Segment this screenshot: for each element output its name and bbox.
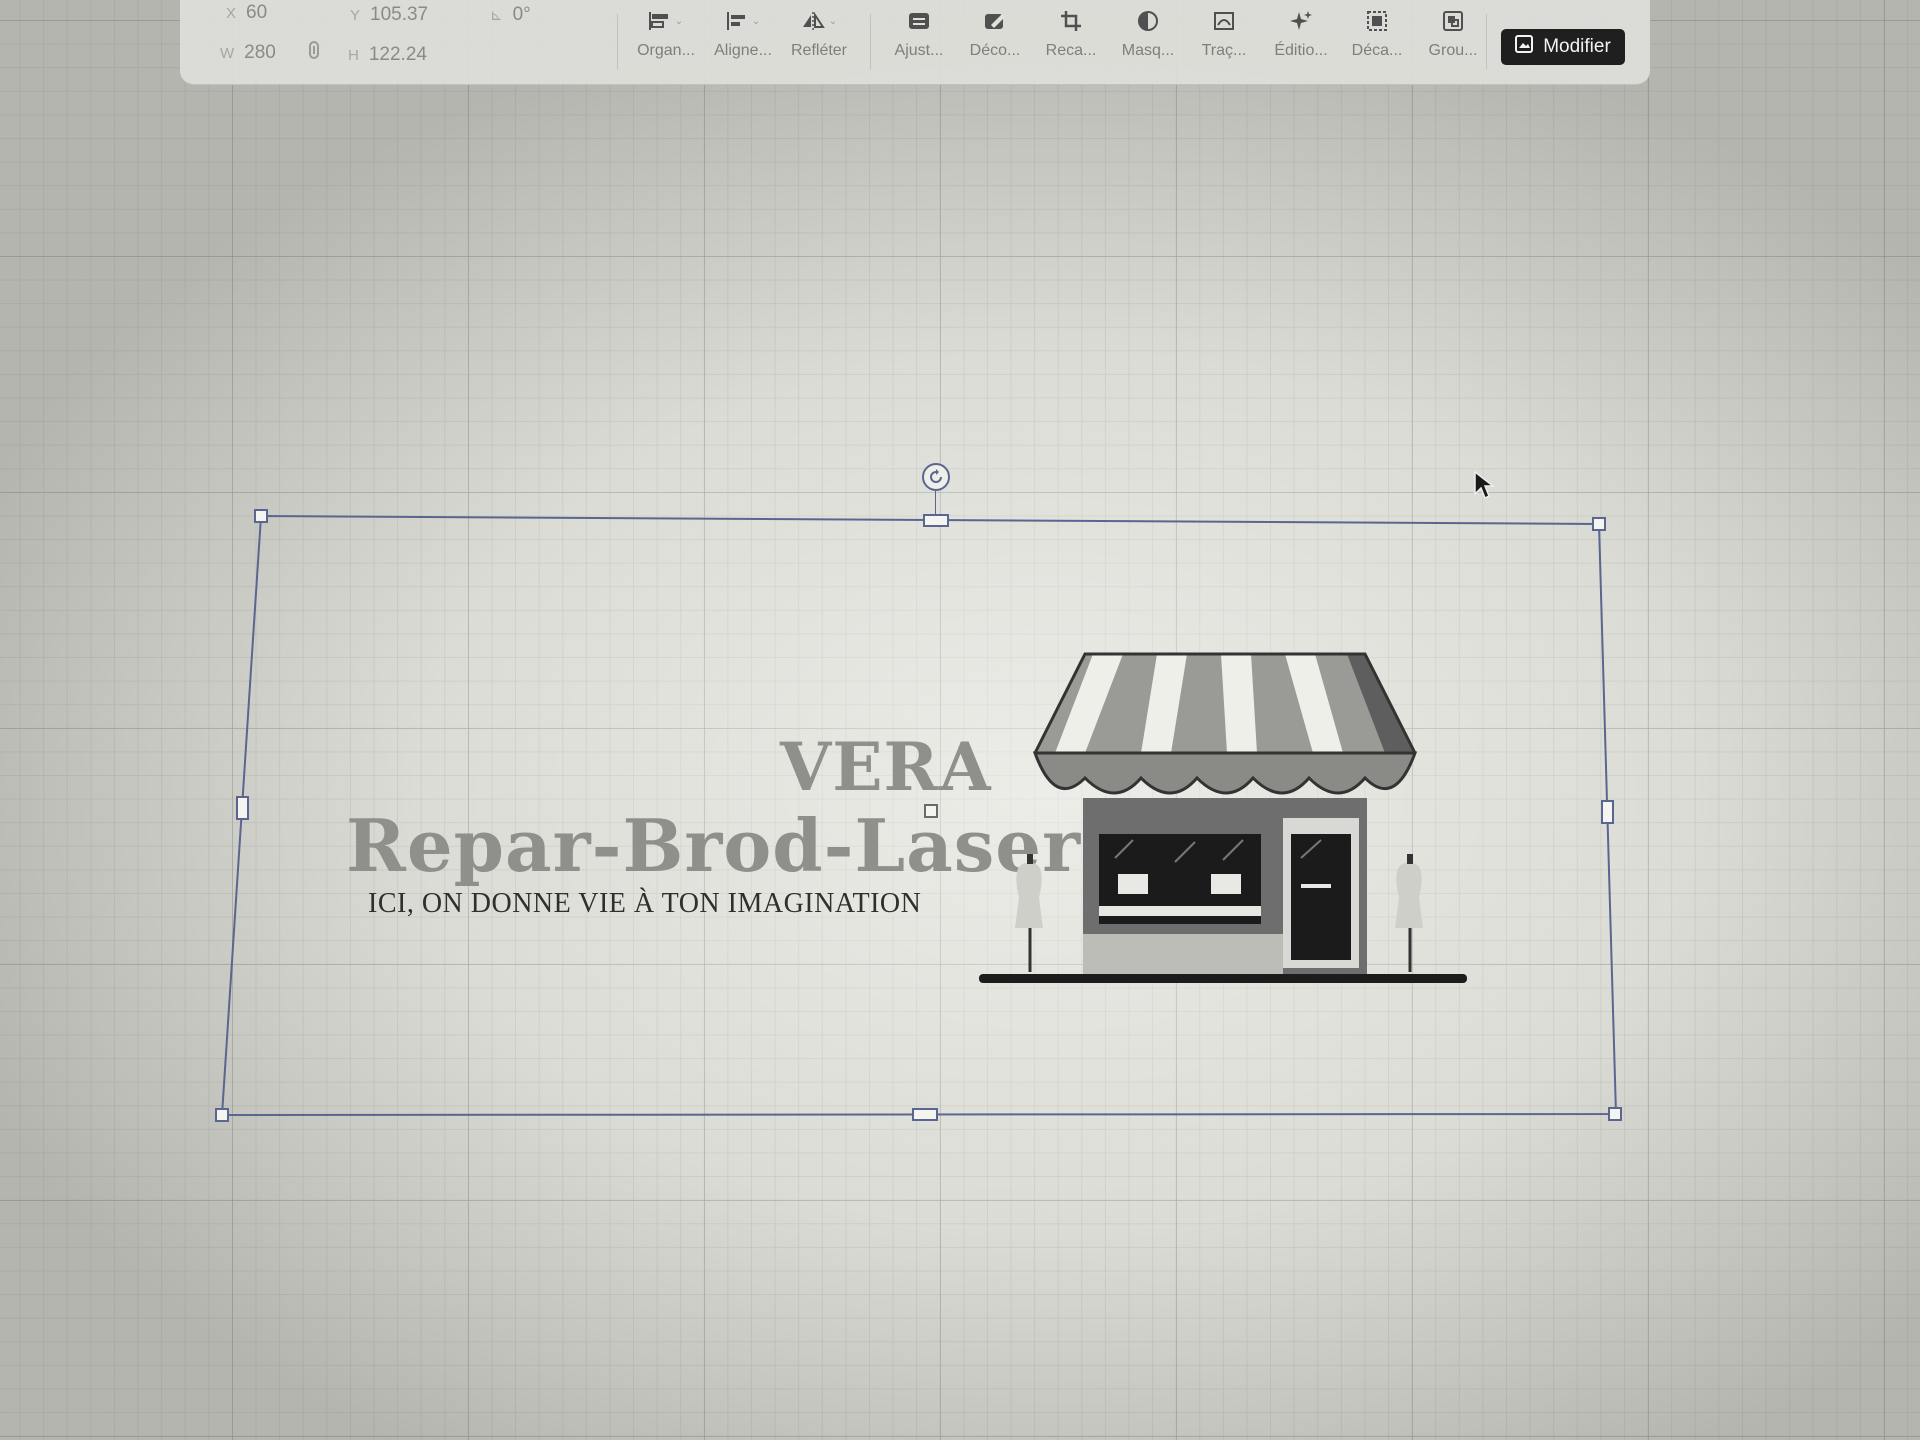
flip-label: Refléter	[790, 42, 848, 59]
toolbar-divider	[870, 14, 871, 70]
trace-label: Traç...	[1201, 42, 1247, 59]
mouse-pointer-icon	[1474, 470, 1495, 500]
arrange-button[interactable]: ⌄ Organ...	[627, 8, 705, 78]
resize-handle-top-right[interactable]	[1592, 517, 1606, 531]
height-field[interactable]: H 122.24	[348, 44, 427, 66]
arrange-icon	[648, 11, 671, 31]
logo-title-main: Repar-Brod-Laser	[346, 803, 1082, 888]
toolbar-divider	[1486, 14, 1487, 70]
align-button[interactable]: ⌄ Aligne...	[704, 8, 782, 78]
logo-tagline: ICI, ON DONNE VIE À TON IMAGINATION	[368, 888, 922, 919]
resize-handle-bottom-right[interactable]	[1608, 1107, 1622, 1121]
rotation-icon: ⊾	[490, 7, 503, 24]
group-label: Grou...	[1428, 42, 1478, 59]
offset-icon	[1366, 10, 1388, 32]
w-value: 280	[244, 42, 276, 63]
flip-button[interactable]: ⌄ Refléter	[780, 8, 858, 78]
mask-button[interactable]: Masq...	[1109, 8, 1187, 78]
crop-icon	[1060, 10, 1082, 32]
modify-label: Modifier	[1543, 36, 1611, 57]
width-field[interactable]: W 280	[220, 42, 276, 64]
shop-illustration	[979, 652, 1467, 983]
mask-label: Masq...	[1121, 42, 1175, 59]
magic-edit-icon	[1289, 10, 1313, 32]
resize-handle-bottom-left[interactable]	[215, 1108, 229, 1122]
rotate-icon	[930, 469, 942, 483]
image-edit-icon	[1515, 35, 1534, 59]
trace-icon	[1212, 10, 1236, 32]
group-icon	[1442, 10, 1464, 32]
offset-label: Déca...	[1351, 42, 1403, 59]
resize-handle-left[interactable]	[236, 796, 249, 820]
offset-button[interactable]: Déca...	[1338, 8, 1416, 78]
anchor-point[interactable]	[924, 804, 938, 818]
chevron-down-icon: ⌄	[674, 15, 684, 27]
y-value: 105.37	[370, 4, 429, 25]
decorate-icon	[983, 11, 1007, 31]
flip-icon	[801, 11, 825, 31]
arrange-label: Organ...	[637, 42, 695, 59]
magic-edit-label: Éditio...	[1274, 42, 1328, 59]
crop-label: Reca...	[1045, 42, 1097, 59]
resize-handle-right[interactable]	[1601, 800, 1614, 824]
adjust-button[interactable]: Ajust...	[880, 8, 958, 78]
resize-handle-top[interactable]	[923, 514, 949, 527]
resize-handle-bottom[interactable]	[912, 1108, 938, 1121]
adjust-icon	[907, 11, 931, 31]
adjust-label: Ajust...	[894, 42, 944, 59]
top-toolbar: X 60 Y 105.37 ⊾ 0° W 280 H 122.24 ⌄ Orga…	[180, 0, 1650, 85]
design-canvas[interactable]	[0, 0, 1920, 1440]
chevron-down-icon: ⌄	[828, 15, 838, 27]
h-value: 122.24	[368, 44, 427, 65]
modify-button[interactable]: Modifier	[1501, 29, 1625, 65]
align-icon	[726, 11, 748, 31]
transform-fields: X 60 Y 105.37 ⊾ 0° W 280 H 122.24	[180, 0, 600, 84]
group-button[interactable]: Grou...	[1414, 8, 1492, 78]
rotation-field[interactable]: ⊾ 0°	[490, 4, 531, 26]
aspect-lock-icon[interactable]	[308, 40, 320, 60]
trace-button[interactable]: Traç...	[1185, 8, 1263, 78]
resize-handle-top-left[interactable]	[254, 509, 268, 523]
align-label: Aligne...	[714, 42, 772, 59]
h-label: H	[348, 47, 359, 64]
logo-title-vera: VERA	[780, 728, 992, 806]
toolbar-divider	[617, 14, 618, 70]
x-label: X	[226, 5, 237, 22]
y-field[interactable]: Y 105.37	[350, 4, 428, 26]
crop-button[interactable]: Reca...	[1032, 8, 1110, 78]
mask-icon	[1137, 10, 1159, 32]
y-label: Y	[350, 7, 361, 24]
x-field[interactable]: X 60	[226, 2, 267, 24]
x-value: 60	[246, 2, 268, 23]
decorate-button[interactable]: Déco...	[956, 8, 1034, 78]
magic-edit-button[interactable]: Éditio...	[1262, 8, 1340, 78]
w-label: W	[220, 45, 235, 62]
rotate-handle[interactable]	[922, 463, 950, 491]
decorate-label: Déco...	[969, 42, 1021, 59]
rotation-value: 0°	[512, 4, 531, 25]
chevron-down-icon: ⌄	[751, 15, 761, 27]
